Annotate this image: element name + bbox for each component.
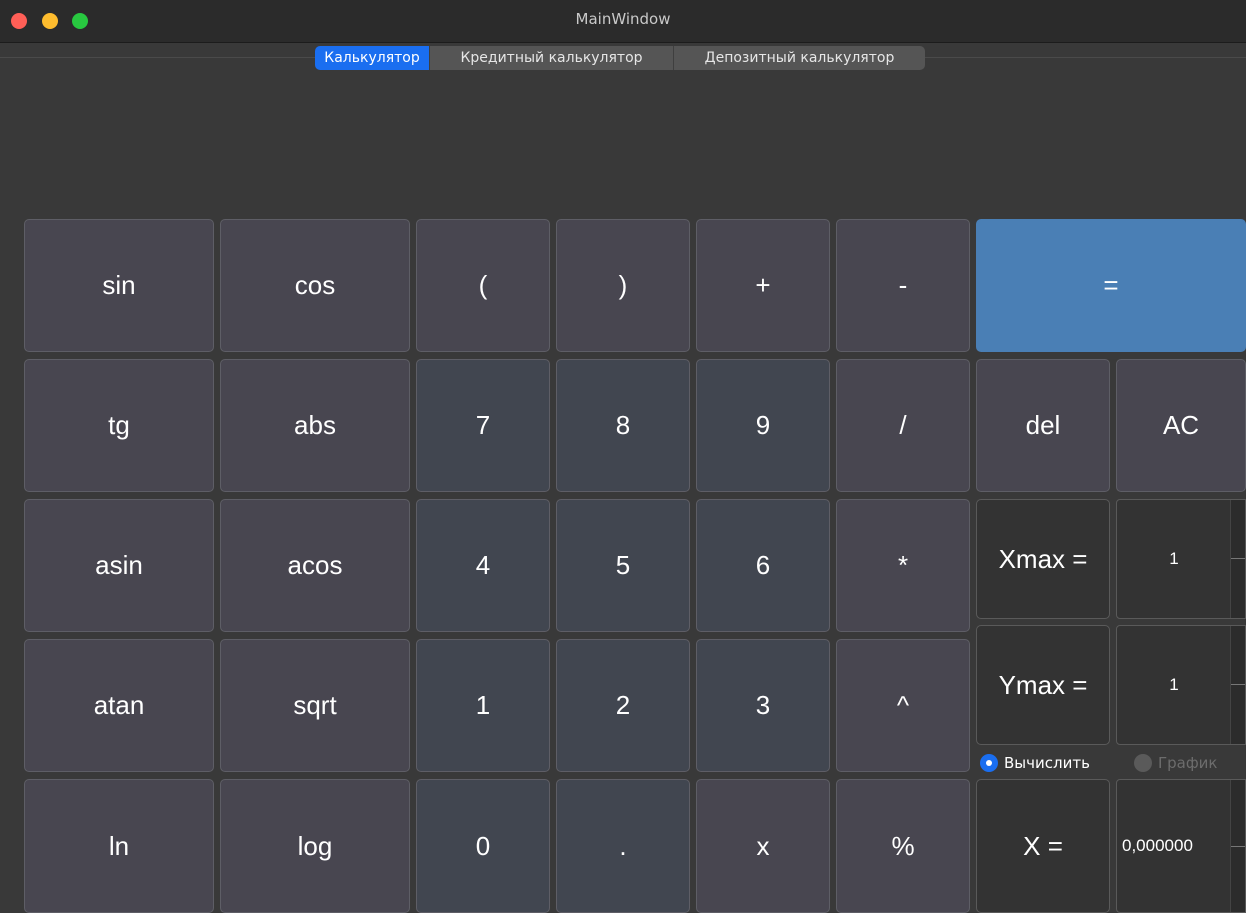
radio-calculate-label: Вычислить [1004,754,1090,772]
radio-graph-indicator[interactable] [1134,754,1152,772]
ln-button[interactable]: ln [24,779,214,913]
digit-8-button[interactable]: 8 [556,359,690,492]
x-value-label: X = [976,779,1110,913]
digit-7-button[interactable]: 7 [416,359,550,492]
xmax-stepper-divider [1231,558,1245,559]
asin-button[interactable]: asin [24,499,214,632]
right-paren-button[interactable]: ) [556,219,690,352]
sqrt-button[interactable]: sqrt [220,639,410,772]
window-title: MainWindow [575,10,671,28]
ymax-value: 1 [1169,675,1179,694]
radio-calculate-indicator[interactable] [980,754,998,772]
left-paren-button[interactable]: ( [416,219,550,352]
divide-button[interactable]: / [836,359,970,492]
digit-1-button[interactable]: 1 [416,639,550,772]
x-value-stepper-divider [1231,846,1245,847]
ymax-input[interactable]: 1 [1116,625,1246,745]
digit-9-button[interactable]: 9 [696,359,830,492]
digit-3-button[interactable]: 3 [696,639,830,772]
power-button[interactable]: ^ [836,639,970,772]
digit-0-button[interactable]: 0 [416,779,550,913]
sin-button[interactable]: sin [24,219,214,352]
tg-button[interactable]: tg [24,359,214,492]
modulo-button[interactable]: % [836,779,970,913]
cos-button[interactable]: cos [220,219,410,352]
equals-button[interactable]: = [976,219,1246,352]
title-bar: MainWindow [0,0,1246,43]
variable-x-button[interactable]: x [696,779,830,913]
xmax-label: Xmax = [976,499,1110,619]
delete-button[interactable]: del [976,359,1110,492]
all-clear-button[interactable]: AC [1116,359,1246,492]
digit-6-button[interactable]: 6 [696,499,830,632]
digit-5-button[interactable]: 5 [556,499,690,632]
xmax-value: 1 [1169,549,1179,568]
abs-button[interactable]: abs [220,359,410,492]
ymax-label: Ymax = [976,625,1110,745]
digit-4-button[interactable]: 4 [416,499,550,632]
x-value: 0,000000 [1122,836,1193,855]
minus-button[interactable]: - [836,219,970,352]
xmax-input[interactable]: 1 [1116,499,1246,619]
radio-graph-label: График [1158,754,1218,772]
atan-button[interactable]: atan [24,639,214,772]
radio-calculate[interactable]: Вычислить [980,752,1090,774]
decimal-point-button[interactable]: . [556,779,690,913]
x-value-input[interactable]: 0,000000 [1116,779,1246,913]
acos-button[interactable]: acos [220,499,410,632]
ymax-stepper[interactable] [1230,626,1245,744]
radio-graph[interactable]: График [1134,752,1218,774]
plus-button[interactable]: + [696,219,830,352]
digit-2-button[interactable]: 2 [556,639,690,772]
xmax-stepper[interactable] [1230,500,1245,618]
log-button[interactable]: log [220,779,410,913]
expression-display[interactable] [0,58,1246,208]
multiply-button[interactable]: * [836,499,970,632]
ymax-stepper-divider [1231,684,1245,685]
